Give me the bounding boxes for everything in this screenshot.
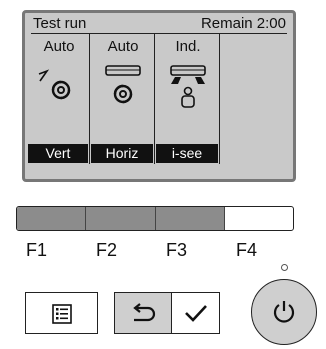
remaining-time-text: Remain 2:00 (200, 15, 286, 32)
vane-horizontal-setting: Auto (107, 38, 139, 55)
softkey-label-vert: Vert (28, 144, 88, 163)
f3-label: F3 (166, 240, 188, 260)
vane-horizontal-swing-icon (101, 64, 145, 112)
column-divider (154, 34, 155, 164)
f1-label: F1 (26, 240, 48, 260)
softkey-label-i-see: i-see (156, 144, 218, 163)
status-mode-text: Test run (33, 15, 87, 32)
f2-label: F2 (96, 240, 118, 260)
f2-key[interactable] (86, 207, 156, 230)
menu-button[interactable] (25, 292, 98, 334)
checkmark-icon (184, 304, 208, 324)
f1-key[interactable] (17, 207, 87, 230)
vane-vertical-setting: Auto (43, 38, 75, 55)
i-see-setting: Ind. (175, 38, 201, 55)
i-see-sensor-person-icon (166, 64, 210, 114)
softkey-label-horiz: Horiz (91, 144, 153, 163)
f4-label: F4 (236, 240, 258, 260)
lcd-screen: Test run Remain 2:00 Auto Auto Ind. Vert… (22, 10, 296, 182)
operation-lamp (281, 264, 288, 271)
menu-icon (52, 304, 72, 324)
f3-key[interactable] (155, 207, 225, 230)
column-divider (219, 34, 220, 164)
function-key-strip (16, 206, 294, 231)
column-divider (89, 34, 90, 164)
vane-horizontal-column: Auto (91, 34, 155, 160)
vane-vertical-column: Auto (27, 34, 91, 160)
status-bar: Test run Remain 2:00 (30, 15, 288, 33)
return-button[interactable] (114, 292, 172, 334)
i-see-column: Ind. (156, 34, 220, 160)
return-arrow-icon (130, 303, 156, 325)
f4-key[interactable] (225, 207, 293, 230)
power-icon (271, 299, 297, 325)
confirm-button[interactable] (171, 292, 220, 334)
vane-vertical-swing-icon (37, 68, 81, 112)
power-button[interactable] (251, 279, 317, 345)
